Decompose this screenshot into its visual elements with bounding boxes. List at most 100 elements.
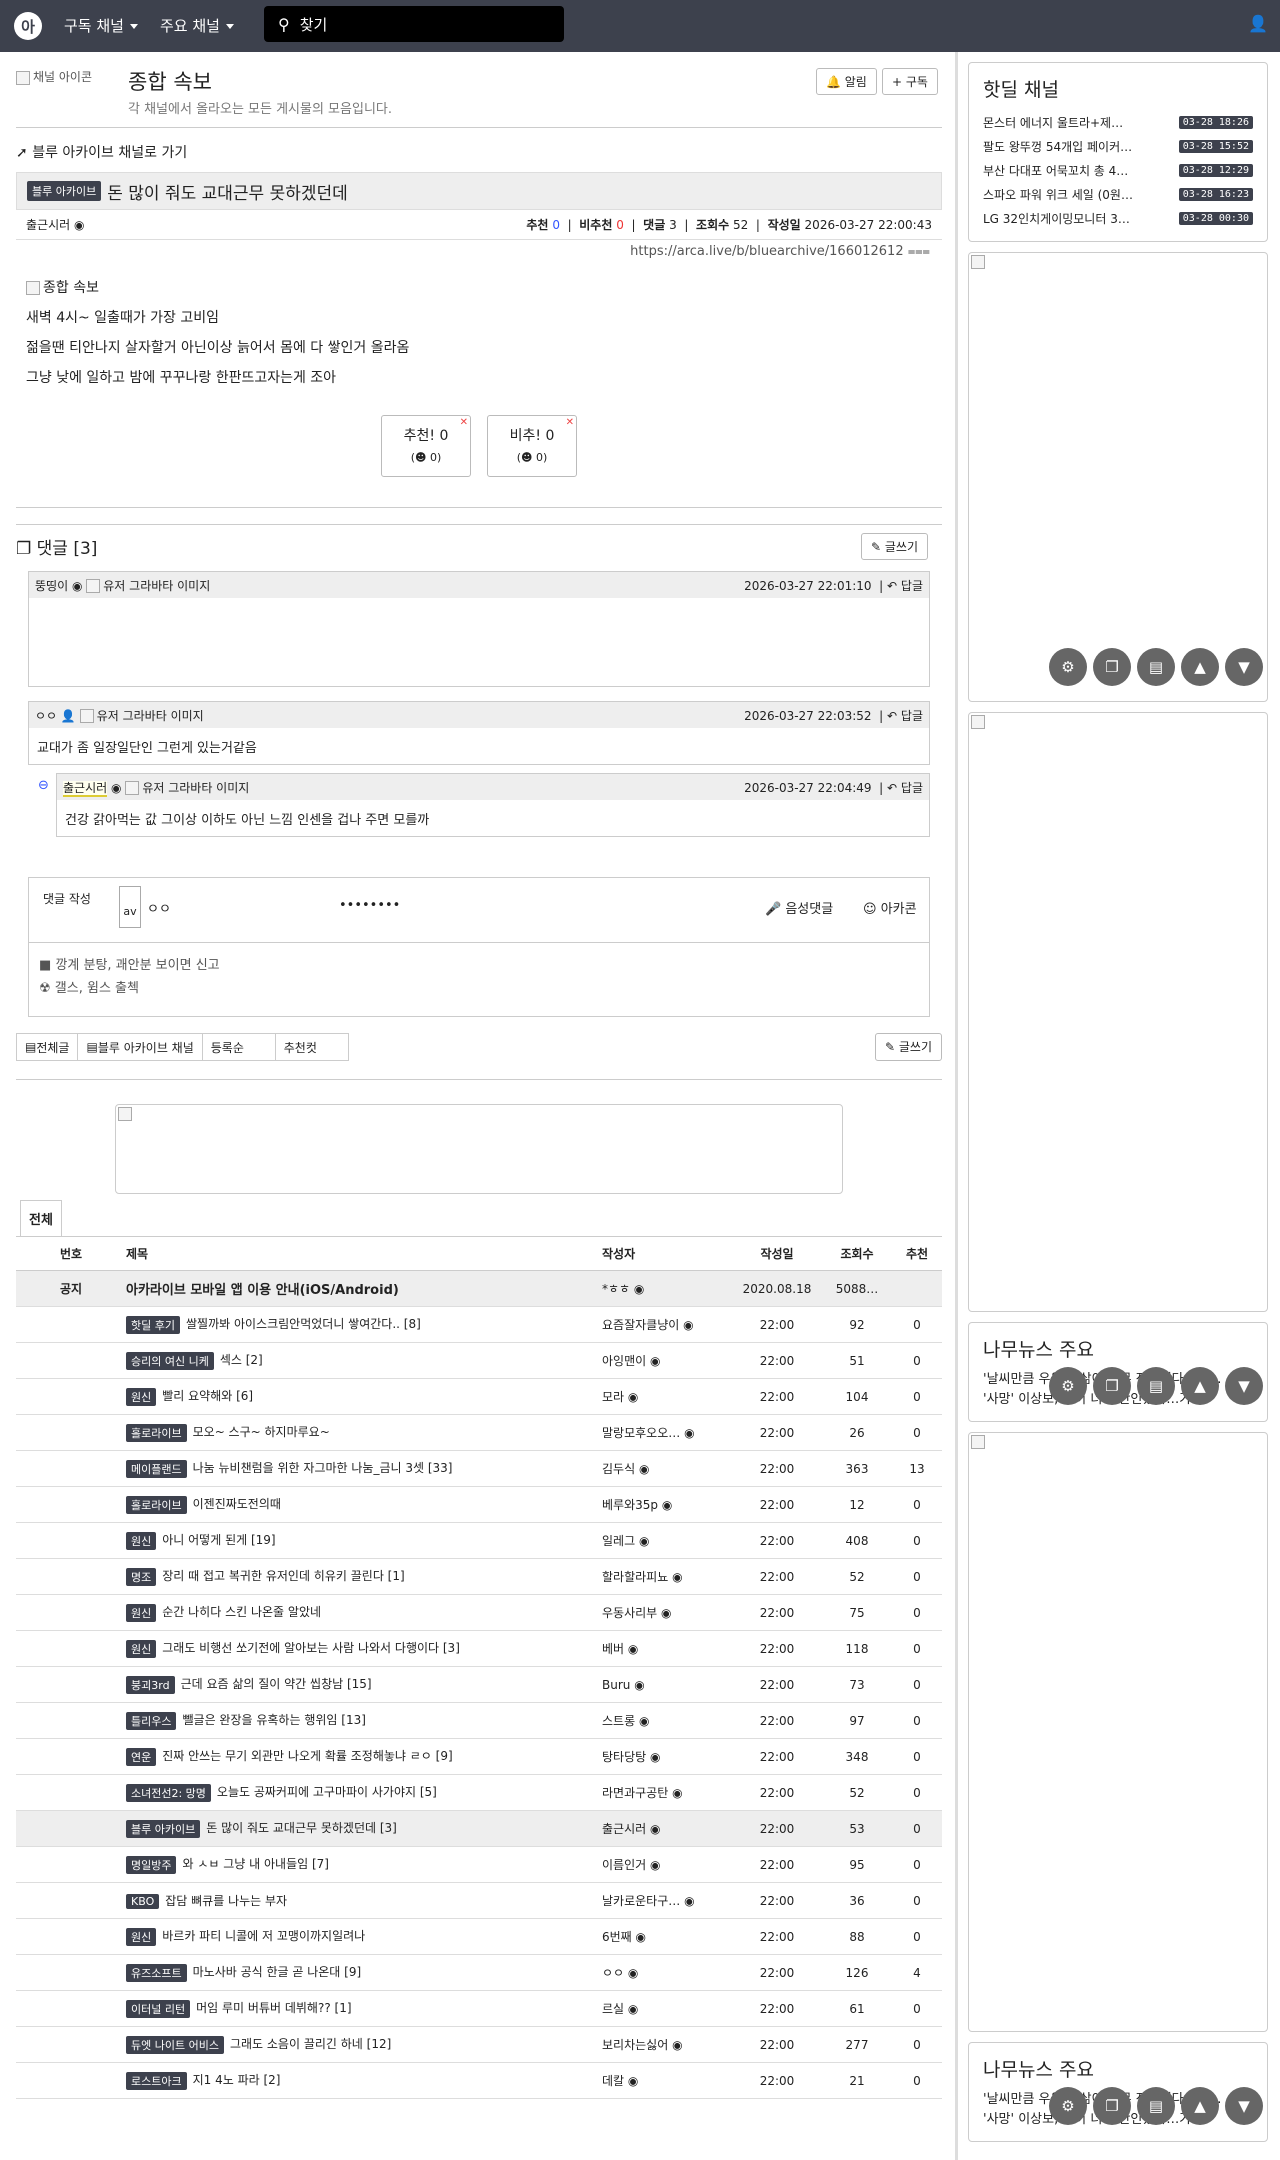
- category-badge[interactable]: 듀엣 나이트 어비스: [126, 2035, 224, 2054]
- arrow-up-icon[interactable]: ▲: [1181, 648, 1219, 686]
- post-author[interactable]: 이름인거: [602, 1858, 646, 1872]
- table-row[interactable]: KBO 잡담 뼈큐를 나누는 부자 날카로운타구… ◉ 22:00 36 0: [16, 1882, 942, 1919]
- hotdeal-title-text[interactable]: 스파오 파워 위크 세일 (0원…: [983, 186, 1163, 203]
- hotdeal-title[interactable]: 핫딜 채널: [983, 75, 1253, 102]
- arrow-up-icon[interactable]: ▲: [1181, 1367, 1219, 1405]
- notice-row[interactable]: 공지 아카라이브 모바일 앱 이용 안내(iOS/Android) *ㅎㅎ ◉ …: [16, 1270, 942, 1307]
- gear-icon[interactable]: ⚙: [1049, 2087, 1087, 2125]
- article-url[interactable]: https://arca.live/b/bluearchive/16601261…: [16, 244, 942, 259]
- post-author[interactable]: 김두식: [602, 1462, 635, 1476]
- post-title[interactable]: 잡담 뼈큐를 나누는 부자: [165, 1894, 287, 1908]
- table-row[interactable]: 소녀전선2: 망명 오늘도 공짜커피에 고구마파이 사가야지 [5] 라면과구공탄 …: [16, 1774, 942, 1811]
- category-badge[interactable]: 로스트아크: [126, 2071, 187, 2090]
- news-title[interactable]: 나무뉴스 주요: [983, 1335, 1253, 1362]
- copy-icon[interactable]: ❐: [1093, 648, 1131, 686]
- password-field[interactable]: ••••••••: [339, 898, 400, 913]
- post-author[interactable]: 탕타당탕: [602, 1750, 646, 1764]
- category-badge[interactable]: 유즈소프트: [126, 1963, 187, 1982]
- table-row[interactable]: 홀로라이브 모오~ 스구~ 하지마루요~ 말랑모후오오… ◉ 22:00 26 0: [16, 1414, 942, 1451]
- arrow-down-icon[interactable]: ▼: [1225, 648, 1263, 686]
- arcacon-button[interactable]: ☺ 아카콘: [863, 898, 917, 917]
- hotdeal-item[interactable]: 스파오 파워 위크 세일 (0원… 03-28 16:23: [983, 182, 1253, 206]
- category-badge[interactable]: 홀로라이브: [126, 1423, 187, 1442]
- category-badge[interactable]: 연운: [126, 1747, 157, 1766]
- post-author[interactable]: 아잉맨이: [602, 1354, 646, 1368]
- post-title[interactable]: 뺄글은 완장을 유혹하는 행위임 [13]: [182, 1713, 365, 1727]
- gear-icon[interactable]: ⚙: [1049, 1367, 1087, 1405]
- table-row[interactable]: 원신 순간 나히다 스킨 나온줄 알았네 우동사리부 ◉ 22:00 75 0: [16, 1594, 942, 1631]
- comment-textarea[interactable]: ■ 깡계 분탕, 괘안분 보이면 신고 ☢ 갤스, 윔스 출첵: [39, 954, 220, 996]
- best-filter-select[interactable]: 추천컷: [274, 1033, 349, 1061]
- channel-title[interactable]: 종합 속보: [128, 66, 212, 96]
- subscribed-channels-menu[interactable]: 구독 채널: [64, 15, 138, 36]
- post-title[interactable]: 오늘도 공짜커피에 고구마파이 사가야지 [5]: [217, 1785, 437, 1799]
- post-author[interactable]: 르실: [602, 2002, 624, 2016]
- hotdeal-title-text[interactable]: 몬스터 에너지 울트라+제…: [983, 114, 1163, 131]
- reply-button[interactable]: ↶ 답글: [887, 579, 923, 593]
- category-badge[interactable]: 원신: [126, 1927, 157, 1946]
- post-author[interactable]: 보리차는싫어: [602, 2038, 668, 2052]
- sort-select[interactable]: 등록순: [201, 1033, 276, 1061]
- post-author[interactable]: 출근시러: [602, 1822, 646, 1836]
- table-row[interactable]: 원신 빨리 요약해와 [6] 모라 ◉ 22:00 104 0: [16, 1378, 942, 1415]
- post-title[interactable]: 쌀찔까봐 아이스크림안먹었더니 쌓여간다.. [8]: [186, 1317, 421, 1331]
- post-author[interactable]: ㅇㅇ: [602, 1966, 624, 1980]
- table-row[interactable]: 메이플랜드 나눔 뉴비챈럼을 위한 자그마한 나눔_금니 3셋 [33] 김두식 ◉…: [16, 1450, 942, 1487]
- category-badge[interactable]: 원신: [126, 1531, 157, 1550]
- table-row[interactable]: 듀엣 나이트 어비스 그래도 소음이 끌리긴 하네 [12] 보리차는싫어 ◉ 22:…: [16, 2026, 942, 2063]
- copy-icon[interactable]: ❐: [1093, 2087, 1131, 2125]
- category-badge[interactable]: 원신: [126, 1639, 157, 1658]
- share-icon[interactable]: ⩶: [908, 244, 930, 259]
- post-title[interactable]: 돈 많이 줘도 교대근무 못하겠던데 [3]: [206, 1821, 397, 1835]
- post-title[interactable]: 나눔 뉴비챈럼을 위한 자그마한 나눔_금니 3셋 [33]: [193, 1461, 453, 1475]
- arrow-down-icon[interactable]: ▼: [1225, 1367, 1263, 1405]
- table-row[interactable]: 명일방주 와 ㅅㅂ 그냥 내 아내들임 [7] 이름인거 ◉ 22:00 95 0: [16, 1846, 942, 1883]
- table-row[interactable]: 연운 진짜 안쓰는 무기 외관만 나오게 확률 조정해놓냐 ㄹㅇ [9] 탕타당탕 …: [16, 1738, 942, 1775]
- post-author[interactable]: 스트롱: [602, 1714, 635, 1728]
- write-post-button[interactable]: ✎ 글쓰기: [875, 1033, 942, 1061]
- category-badge[interactable]: 홀로라이브: [126, 1495, 187, 1514]
- category-badge[interactable]: 핫딜 후기: [126, 1315, 180, 1334]
- hotdeal-item[interactable]: 몬스터 에너지 울트라+제… 03-28 18:26: [983, 110, 1253, 134]
- post-title[interactable]: 와 ㅅㅂ 그냥 내 아내들임 [7]: [182, 1857, 328, 1871]
- category-badge[interactable]: 블루 아카이브: [27, 181, 102, 201]
- category-badge[interactable]: 명일방주: [126, 1855, 177, 1874]
- table-row[interactable]: 틀리우스 뺄글은 완장을 유혹하는 행위임 [13] 스트롱 ◉ 22:00 97 0: [16, 1702, 942, 1739]
- tab-all[interactable]: 전체: [20, 1200, 62, 1236]
- table-row[interactable]: 유즈소프트 마노사바 공식 한글 곧 나온대 [9] ㅇㅇ ◉ 22:00 126 4: [16, 1954, 942, 1991]
- all-posts-tab[interactable]: ▤ 전체글: [16, 1033, 79, 1061]
- voice-comment-button[interactable]: 🎤 음성댓글: [765, 898, 833, 917]
- downvote-button[interactable]: ✕ 비추! 0 (☻ 0): [487, 415, 577, 477]
- post-title[interactable]: 지1 4노 파라 [2]: [193, 2073, 281, 2087]
- post-author[interactable]: 베루와35p: [602, 1498, 658, 1512]
- arrow-down-icon[interactable]: ▼: [1225, 2087, 1263, 2125]
- hotdeal-title-text[interactable]: 부산 다대포 어묵꼬치 총 4…: [983, 162, 1163, 179]
- category-badge[interactable]: KBO: [126, 1894, 160, 1909]
- hotdeal-title-text[interactable]: LG 32인치게이밍모니터 3…: [983, 210, 1163, 227]
- reply-button[interactable]: ↶ 답글: [887, 709, 923, 723]
- category-badge[interactable]: 원신: [126, 1603, 157, 1622]
- post-author[interactable]: 할라할라피뇨: [602, 1570, 668, 1584]
- post-author[interactable]: 6번째: [602, 1930, 632, 1944]
- side-ad-2[interactable]: [968, 712, 1268, 1312]
- main-channels-menu[interactable]: 주요 채널: [160, 15, 234, 36]
- comment-author[interactable]: ㅇㅇ: [35, 709, 57, 723]
- post-author[interactable]: Buru: [602, 1678, 630, 1692]
- list-icon[interactable]: ▤: [1137, 1367, 1175, 1405]
- table-row[interactable]: 명조 장리 때 접고 복귀한 유저인데 히유키 끌린다 [1] 할라할라피뇨 ◉ 22…: [16, 1558, 942, 1595]
- hotdeal-title-text[interactable]: 팔도 왕뚜껑 54개입 페이커…: [983, 138, 1163, 155]
- post-title[interactable]: 마노사바 공식 한글 곧 나온대 [9]: [193, 1965, 362, 1979]
- category-badge[interactable]: 틀리우스: [126, 1711, 177, 1730]
- list-icon[interactable]: ▤: [1137, 648, 1175, 686]
- gear-icon[interactable]: ⚙: [1049, 648, 1087, 686]
- category-badge[interactable]: 명조: [126, 1567, 157, 1586]
- arrow-up-icon[interactable]: ▲: [1181, 2087, 1219, 2125]
- table-row[interactable]: 승리의 여신 니케 섹스 [2] 아잉맨이 ◉ 22:00 51 0: [16, 1342, 942, 1379]
- post-title[interactable]: 머임 루미 버튜버 데뷔해?? [1]: [196, 2001, 351, 2015]
- copy-icon[interactable]: ❐: [1093, 1367, 1131, 1405]
- post-title[interactable]: 순간 나히다 스킨 나온줄 알았네: [162, 1605, 321, 1619]
- side-ad-3[interactable]: [968, 1432, 1268, 2032]
- post-title[interactable]: 장리 때 접고 복귀한 유저인데 히유키 끌린다 [1]: [162, 1569, 404, 1583]
- post-title[interactable]: 그래도 소음이 끌리긴 하네 [12]: [230, 2037, 391, 2051]
- hotdeal-item[interactable]: 부산 다대포 어묵꼬치 총 4… 03-28 12:29: [983, 158, 1253, 182]
